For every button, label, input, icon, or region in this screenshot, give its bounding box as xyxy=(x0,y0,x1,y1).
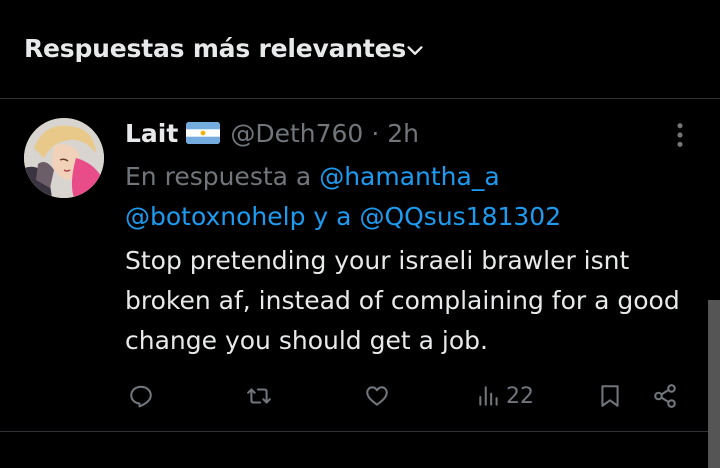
reply-tweet[interactable]: Lait @Deth760 · 2h En respuesta a @haman… xyxy=(0,99,720,432)
bookmark-icon xyxy=(601,385,619,407)
display-name[interactable]: Lait xyxy=(125,119,178,148)
like-button[interactable] xyxy=(364,376,390,416)
tweet-text: Stop pretending your israeli brawler isn… xyxy=(125,246,680,355)
sort-label[interactable]: Respuestas más relevantes xyxy=(24,34,406,63)
user-handle[interactable]: @Deth760 xyxy=(230,119,363,148)
scrollbar-thumb[interactable] xyxy=(708,300,720,468)
tweet-header: Lait @Deth760 · 2h xyxy=(125,116,419,150)
reply-icon xyxy=(130,385,152,408)
views-button[interactable]: 22 xyxy=(476,376,534,416)
mention-link[interactable]: @QQsus181302 xyxy=(359,202,561,231)
replies-sort-bar[interactable]: Respuestas más relevantes xyxy=(0,0,720,99)
views-count: 22 xyxy=(506,383,534,409)
retweet-icon xyxy=(247,388,271,404)
more-icon[interactable] xyxy=(666,121,694,149)
share-button[interactable] xyxy=(652,376,678,416)
reply-to-line: En respuesta a @hamantha_a @botoxnohelp … xyxy=(125,157,685,237)
tweet-time[interactable]: 2h xyxy=(387,119,419,148)
share-icon xyxy=(654,384,676,408)
header-separator: · xyxy=(371,118,380,148)
tweet-actions: 22 xyxy=(0,376,720,416)
like-icon xyxy=(366,386,388,406)
avatar[interactable] xyxy=(24,118,104,198)
bookmark-button[interactable] xyxy=(597,376,623,416)
chevron-down-icon[interactable] xyxy=(404,40,426,62)
retweet-button[interactable] xyxy=(246,376,272,416)
mention-link[interactable]: @hamantha_a xyxy=(319,162,499,191)
views-icon xyxy=(479,386,498,406)
mention-link[interactable]: @botoxnohelp xyxy=(125,202,305,231)
reply-button[interactable] xyxy=(128,376,154,416)
reply-join: y a xyxy=(313,202,352,231)
reply-prefix: En respuesta a xyxy=(125,162,312,191)
flag-argentina-icon xyxy=(186,122,221,144)
